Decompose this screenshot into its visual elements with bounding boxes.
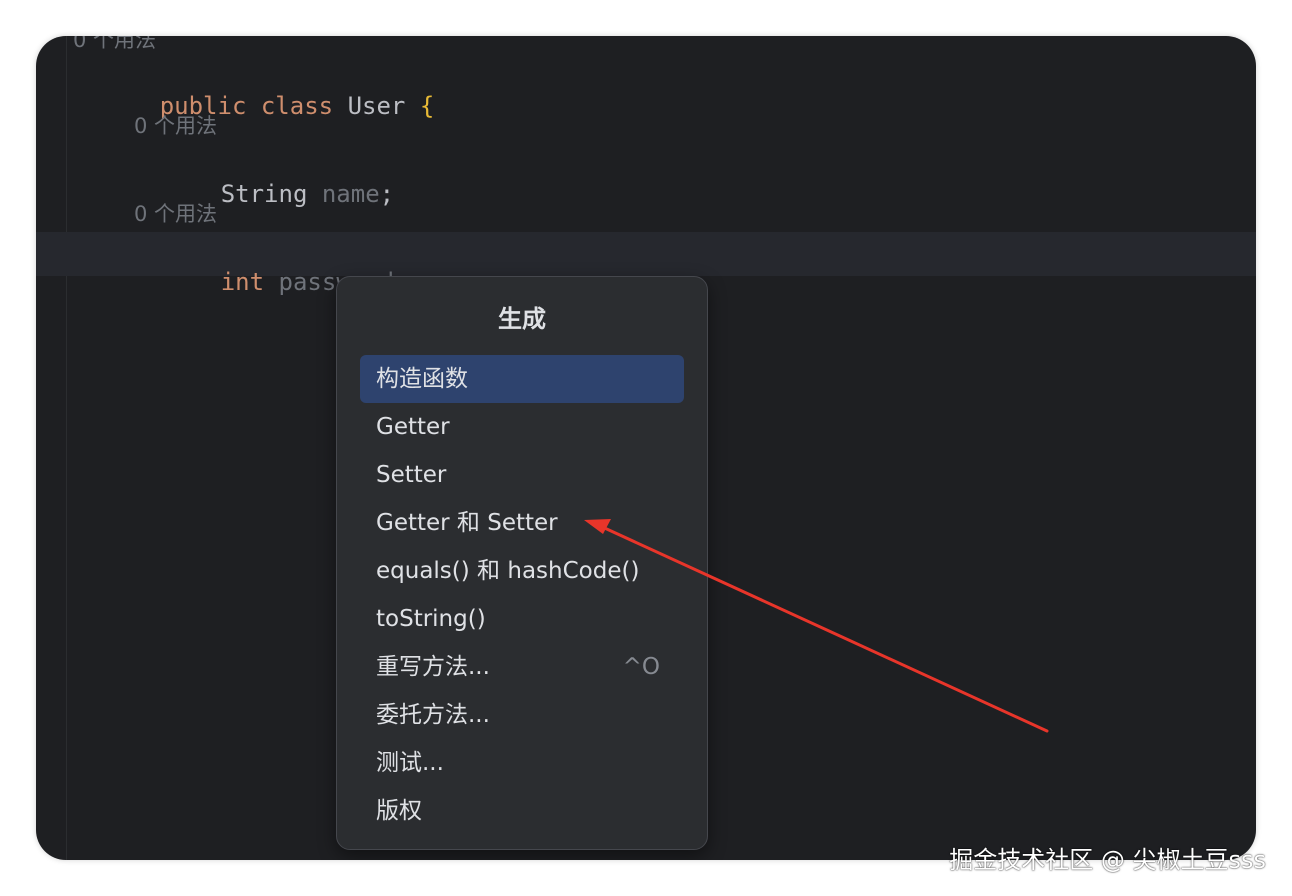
watermark: 掘金技术社区 @ 尖椒土豆sss [949, 846, 1266, 874]
usage-hint: 0 个用法 [134, 114, 218, 138]
menu-item-label: Getter [376, 414, 450, 440]
menu-item-setter[interactable]: Setter [360, 451, 684, 499]
popup-title: 生成 [498, 305, 546, 333]
menu-item-label: 重写方法... [376, 654, 490, 680]
field-type: String [220, 180, 308, 208]
usage-hint: 0 个用法 [134, 202, 218, 226]
field-name: name [321, 180, 380, 208]
menu-item-tostring[interactable]: toString() [360, 595, 684, 643]
class-declaration-line[interactable]: public class User { [73, 64, 435, 148]
class-name: User [347, 92, 406, 120]
menu-item-getter[interactable]: Getter [360, 403, 684, 451]
menu-item-test[interactable]: 测试... [360, 739, 684, 787]
menu-item-label: 构造函数 [376, 366, 468, 392]
menu-item-override-methods[interactable]: 重写方法... ^O [360, 643, 684, 691]
menu-item-constructor[interactable]: 构造函数 [360, 355, 684, 403]
menu-item-label: 委托方法... [376, 702, 490, 728]
field-type: int [220, 268, 265, 296]
keyword-class: class [260, 92, 334, 120]
generate-popup-menu: 生成 构造函数 Getter Setter Getter 和 Setter eq… [336, 276, 708, 850]
menu-item-getter-and-setter[interactable]: Getter 和 Setter [360, 499, 684, 547]
open-brace: { [419, 92, 435, 120]
menu-item-label: toString() [376, 606, 486, 632]
menu-item-label: Setter [376, 462, 447, 488]
menu-item-label: equals() 和 hashCode() [376, 558, 640, 584]
gutter-divider [66, 36, 67, 860]
menu-item-copyright[interactable]: 版权 [360, 787, 684, 835]
menu-item-label: 测试... [376, 750, 444, 776]
ide-editor-window: 0 个用法 public class User { 0 个用法 String n… [36, 36, 1256, 860]
semicolon: ; [379, 180, 395, 208]
shortcut-hint: ^O [622, 654, 660, 680]
menu-item-equals-hashcode[interactable]: equals() 和 hashCode() [360, 547, 684, 595]
menu-item-label: 版权 [376, 798, 422, 824]
usage-hint-top: 0 个用法 [73, 36, 157, 52]
menu-item-delegate-methods[interactable]: 委托方法... [360, 691, 684, 739]
menu-item-label: Getter 和 Setter [376, 510, 558, 536]
